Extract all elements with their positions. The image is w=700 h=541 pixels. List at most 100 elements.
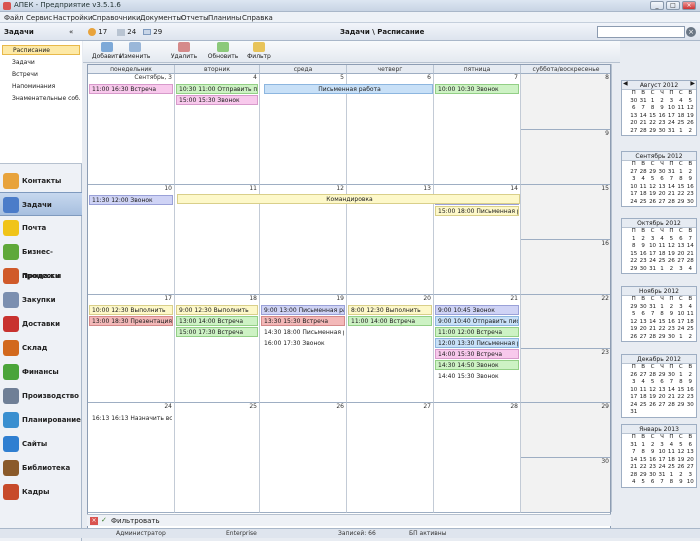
mini-day[interactable]: 14 [667,184,676,192]
mini-day[interactable]: 4 [686,266,695,274]
calendar-event[interactable]: 8:00 12:30 Выполнить [348,305,432,315]
mini-calendar-title[interactable]: Ноябрь 2012 [622,287,696,296]
mini-day[interactable]: 16 [657,113,666,121]
mini-day[interactable]: 19 [667,251,676,259]
mini-day[interactable]: 3 [667,98,676,106]
mini-calendar-title[interactable]: Октябрь 2012 [622,219,696,228]
mini-day[interactable]: 30 [657,128,666,136]
mini-day[interactable]: 26 [667,258,676,266]
menu-file[interactable]: Файл [4,14,23,22]
mini-day[interactable]: 1 [676,169,685,177]
mini-day[interactable]: 2 [676,472,685,480]
module-3[interactable]: Бизнес-процессы [0,240,82,280]
mini-day[interactable]: 5 [676,442,685,450]
day-cell[interactable]: 10 11:30 12:00 Звонок [88,185,175,295]
mini-day[interactable]: 11 [667,449,676,457]
mini-day[interactable]: 13 [676,243,685,251]
maximize-button[interactable]: □ [666,1,680,10]
mini-day[interactable]: 27 [638,334,647,342]
mini-day[interactable]: 11 [638,387,647,395]
calendar-event[interactable]: 13:00 18:30 Презентация [89,316,173,326]
mini-day[interactable]: 30 [657,169,666,177]
mini-day[interactable]: 1 [676,334,685,342]
mini-day[interactable]: 1 [676,372,685,380]
mini-day[interactable]: 18 [638,394,647,402]
mini-day[interactable]: 31 [657,472,666,480]
mini-day[interactable]: 5 [686,98,695,106]
mini-day[interactable]: 29 [648,169,657,177]
mini-day[interactable]: 4 [638,379,647,387]
calendar-event[interactable]: 9:00 12:30 Выполнить [176,305,258,315]
mini-day[interactable]: 22 [629,258,638,266]
module-10[interactable]: Планирование [0,408,82,432]
mini-day[interactable]: 7 [686,236,695,244]
mini-day[interactable]: 13 [657,387,666,395]
mini-day[interactable]: 11 [638,184,647,192]
mini-day[interactable]: 1 [657,266,666,274]
module-13[interactable]: Кадры [0,480,82,504]
mini-day[interactable]: 7 [638,105,647,113]
mini-day[interactable]: 8 [676,379,685,387]
mini-day[interactable]: 28 [667,402,676,410]
mini-day[interactable]: 7 [657,479,666,487]
calendar-event[interactable]: 11:00 14:00 Встреча [348,316,432,326]
day-cell[interactable]: 4 10:30 11:00 Отправить писы15:00 15:30 З… [175,74,260,185]
day-cell[interactable]: 15 [521,185,610,240]
calendar-event[interactable]: 9:00 10:45 Звонок [435,305,519,315]
mini-day[interactable]: 15 [638,457,647,465]
menu-help[interactable]: Справка [242,14,273,22]
mini-day[interactable]: 15 [648,113,657,121]
mini-day[interactable]: 12 [648,184,657,192]
mini-day[interactable]: 31 [648,266,657,274]
mini-day[interactable]: 20 [629,120,638,128]
mini-day[interactable]: 31 [648,304,657,312]
day-cell[interactable]: 23 [521,349,610,403]
mini-day[interactable]: 14 [667,387,676,395]
menu-documents[interactable]: Документы [140,14,182,22]
mini-day[interactable]: 19 [629,326,638,334]
mini-calendar-title[interactable]: Декабрь 2012 [622,355,696,364]
module-6[interactable]: Доставки [0,312,82,336]
mini-day[interactable]: 30 [638,304,647,312]
mini-day[interactable]: 31 [667,169,676,177]
module-0[interactable]: Контакты [0,169,82,193]
mini-day[interactable]: 29 [629,304,638,312]
mini-day[interactable]: 16 [686,387,695,395]
mini-day[interactable]: 27 [638,372,647,380]
mini-day[interactable]: 7 [648,311,657,319]
mini-day[interactable]: 5 [638,479,647,487]
mini-day[interactable]: 9 [686,379,695,387]
day-cell[interactable]: 20 8:00 12:30 Выполнить 11:00 14:00 Встреч… [347,295,434,403]
day-cell[interactable]: 21 9:00 10:45 Звонок 9:00 10:40 Отправить … [434,295,521,403]
mini-day[interactable]: 14 [629,457,638,465]
calendar-event[interactable]: 11:00 16:30 Встреча [89,84,173,94]
mini-day[interactable]: 22 [638,464,647,472]
mini-day[interactable]: 23 [686,191,695,199]
mini-day[interactable]: 10 [648,243,657,251]
mini-day[interactable]: 9 [648,449,657,457]
mini-day[interactable]: 28 [629,472,638,480]
mini-day[interactable]: 7 [667,176,676,184]
calendar-event[interactable]: 15:00 15:30 Звонок [176,95,258,105]
mini-day[interactable]: 3 [629,379,638,387]
calendar-event[interactable]: 10:30 11:00 Отправить писы [176,84,258,94]
mini-day[interactable]: 12 [629,319,638,327]
mini-day[interactable]: 13 [638,319,647,327]
calendar-event[interactable]: 13:00 14:00 Встреча [176,316,258,326]
mini-calendar-title[interactable]: Сентябрь 2012 [622,152,696,161]
day-cell[interactable]: 19 9:00 13:00 Письменная рабо 13:30 15:30 … [260,295,347,403]
mini-day[interactable]: 14 [638,113,647,121]
mini-day[interactable]: 30 [686,199,695,207]
mini-day[interactable]: 6 [657,176,666,184]
mini-day[interactable]: 2 [686,128,695,136]
menu-service[interactable]: Сервис [26,14,52,22]
day-cell[interactable]: 27 [347,403,434,513]
day-cell[interactable]: 17 10:00 12:30 Выполнить 13:00 18:30 Презе… [88,295,175,403]
day-cell[interactable]: 9 [521,130,610,185]
mini-day[interactable]: 17 [629,394,638,402]
mini-day[interactable]: 9 [638,243,647,251]
mini-day[interactable]: 28 [648,372,657,380]
module-2[interactable]: Почта [0,216,82,240]
mini-day[interactable]: 23 [638,258,647,266]
mini-day[interactable]: 4 [676,98,685,106]
